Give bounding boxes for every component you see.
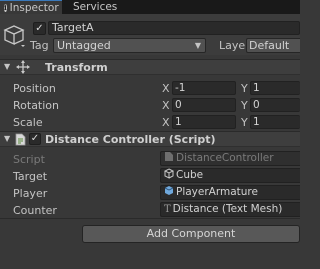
- player-field[interactable]: PlayerArmature: [160, 185, 300, 200]
- tag-dropdown[interactable]: Untagged ▼: [53, 38, 206, 53]
- position-y-axis[interactable]: Y: [241, 82, 248, 95]
- counter-label: Counter: [13, 204, 57, 217]
- foldout-arrow-icon[interactable]: ▼: [4, 134, 10, 143]
- scale-y-axis[interactable]: Y: [241, 116, 248, 129]
- script-value: DistanceController: [176, 152, 274, 164]
- textmesh-icon: T: [164, 204, 171, 215]
- counter-value: Distance (Text Mesh): [172, 203, 283, 215]
- foldout-arrow-icon[interactable]: ▼: [4, 62, 10, 71]
- scale-x-axis[interactable]: X: [162, 116, 170, 129]
- gameobject-cube-icon[interactable]: [3, 24, 27, 51]
- script-label: Script: [13, 153, 45, 166]
- rotation-y-field[interactable]: 0: [250, 98, 300, 112]
- layer-dropdown[interactable]: Default: [246, 38, 300, 53]
- tab-services-label: Services: [73, 1, 118, 13]
- script-file-icon: [15, 133, 26, 149]
- player-value: PlayerArmature: [176, 186, 258, 198]
- rotation-label: Rotation: [13, 99, 60, 112]
- component-enabled-checkbox[interactable]: ✓: [29, 133, 41, 145]
- tag-label: Tag: [30, 39, 49, 52]
- tab-inspector-label: Inspector: [9, 1, 59, 14]
- counter-field[interactable]: T Distance (Text Mesh): [160, 202, 300, 217]
- script-icon: [164, 151, 174, 166]
- scale-label: Scale: [13, 116, 43, 129]
- target-label: Target: [13, 170, 48, 183]
- tab-bar: i Inspector Services: [0, 0, 300, 14]
- scale-y-field[interactable]: 1: [250, 115, 300, 129]
- transform-icon: [15, 60, 31, 77]
- position-y-field[interactable]: 1: [250, 81, 300, 95]
- add-component-button[interactable]: Add Component: [82, 225, 300, 243]
- target-field[interactable]: Cube: [160, 168, 300, 183]
- rotation-x-axis[interactable]: X: [162, 99, 170, 112]
- script-field: DistanceController: [160, 151, 300, 166]
- prefab-icon: [164, 185, 174, 200]
- tag-value: Untagged: [57, 39, 111, 52]
- rotation-x-field[interactable]: 0: [172, 98, 236, 112]
- info-icon: i: [4, 3, 7, 12]
- distance-controller-title: Distance Controller (Script): [45, 133, 216, 146]
- gameobject-name-field[interactable]: TargetA: [48, 21, 300, 35]
- gameobject-active-checkbox[interactable]: ✓: [33, 22, 46, 35]
- tab-services[interactable]: Services: [62, 0, 123, 14]
- player-label: Player: [13, 187, 48, 200]
- position-x-axis[interactable]: X: [162, 82, 170, 95]
- rotation-y-axis[interactable]: Y: [241, 99, 248, 112]
- gameobject-icon: [163, 168, 175, 183]
- layer-value: Default: [249, 39, 290, 52]
- divider: [0, 218, 300, 219]
- target-value: Cube: [176, 169, 204, 181]
- position-x-field[interactable]: -1: [172, 81, 236, 95]
- transform-header[interactable]: ▼ Transform: [0, 59, 300, 75]
- tab-inspector[interactable]: i Inspector: [0, 0, 62, 14]
- transform-title: Transform: [45, 61, 108, 74]
- scale-x-field[interactable]: 1: [172, 115, 236, 129]
- chevron-down-icon: ▼: [194, 41, 201, 50]
- distance-controller-header[interactable]: ▼ ✓ Distance Controller (Script): [0, 131, 300, 147]
- position-label: Position: [13, 82, 56, 95]
